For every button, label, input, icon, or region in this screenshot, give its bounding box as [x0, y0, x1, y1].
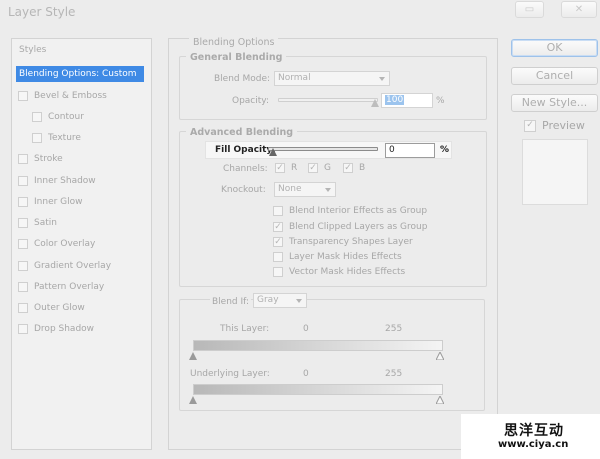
watermark: 思洋互动 www.ciya.cn [461, 414, 600, 459]
style-item-satin[interactable]: Satin [18, 216, 57, 230]
option-layer-mask-hides[interactable]: Layer Mask Hides Effects [273, 252, 402, 262]
blend-mode-select[interactable]: Normal [274, 71, 390, 86]
checkbox[interactable] [18, 282, 28, 292]
underlying-layer-min: 0 [303, 369, 309, 379]
channel-r[interactable]: ✓ R [275, 163, 297, 173]
chevron-down-icon [325, 188, 331, 192]
option-vector-mask-hides[interactable]: Vector Mask Hides Effects [273, 267, 405, 277]
checkbox[interactable] [18, 91, 28, 101]
style-item-blending-options[interactable]: Blending Options: Custom [16, 66, 144, 82]
title-bar: Layer Style ▭ ✕ [0, 0, 600, 24]
style-item-pattern-overlay[interactable]: Pattern Overlay [18, 280, 104, 294]
underlying-layer-gradient [193, 384, 443, 395]
opacity-percent: % [436, 96, 445, 106]
option-blend-interior[interactable]: Blend Interior Effects as Group [273, 206, 427, 216]
opacity-input[interactable]: 100 [381, 93, 433, 108]
window-title: Layer Style [8, 5, 76, 19]
preview-thumbnail [522, 139, 588, 205]
checkbox[interactable] [18, 218, 28, 228]
close-button[interactable]: ✕ [561, 1, 597, 18]
checkbox[interactable] [18, 239, 28, 249]
this-layer-black-handle[interactable] [189, 352, 197, 360]
advanced-blending-group: Advanced Blending Fill Opacity: 0 % Chan… [179, 127, 487, 287]
this-layer-label: This Layer: [220, 324, 270, 334]
restore-icon: ▭ [524, 4, 535, 15]
checkbox[interactable] [273, 206, 283, 216]
checkbox[interactable] [18, 197, 28, 207]
checkbox[interactable] [32, 133, 42, 143]
style-item-bevel-emboss[interactable]: Bevel & Emboss [18, 89, 107, 103]
checkbox[interactable] [32, 112, 42, 122]
ok-button[interactable]: OK [511, 39, 598, 57]
checkbox[interactable] [273, 267, 283, 277]
checkbox[interactable]: ✓ [308, 163, 318, 173]
style-item-outer-glow[interactable]: Outer Glow [18, 301, 85, 315]
checkbox[interactable]: ✓ [273, 237, 283, 247]
this-layer-max: 255 [385, 324, 403, 334]
general-blending-group: General Blending Blend Mode: Normal Opac… [179, 52, 487, 120]
cancel-button[interactable]: Cancel [511, 67, 598, 85]
style-item-texture[interactable]: Texture [32, 131, 81, 145]
general-blending-title: General Blending [186, 52, 287, 63]
fill-opacity-percent: % [440, 145, 450, 155]
fill-opacity-label: Fill Opacity: [215, 145, 276, 155]
opacity-slider[interactable] [278, 98, 378, 102]
checkbox[interactable] [273, 252, 283, 262]
minimize-button[interactable]: ▭ [515, 1, 544, 18]
channels-label: Channels: [223, 164, 268, 174]
blending-options-panel: Blending Options General Blending Blend … [168, 37, 498, 450]
chevron-down-icon [379, 77, 385, 81]
option-transparency-shapes[interactable]: ✓ Transparency Shapes Layer [273, 237, 413, 247]
channel-b[interactable]: ✓ B [343, 163, 365, 173]
blend-mode-label: Blend Mode: [214, 74, 271, 84]
blend-if-label: Blend If: [210, 297, 252, 307]
this-layer-gradient [193, 340, 443, 351]
fill-opacity-slider[interactable] [268, 147, 378, 151]
chevron-down-icon [296, 299, 302, 303]
underlying-layer-max: 255 [385, 369, 403, 379]
option-blend-clipped[interactable]: ✓ Blend Clipped Layers as Group [273, 222, 427, 232]
blend-if-select[interactable]: Gray [253, 293, 307, 308]
style-item-stroke[interactable]: Stroke [18, 152, 63, 166]
new-style-button[interactable]: New Style... [511, 94, 598, 112]
styles-header: Styles [19, 45, 47, 55]
underlying-layer-white-handle[interactable] [436, 396, 444, 404]
close-icon: ✕ [574, 4, 584, 15]
checkbox[interactable] [18, 261, 28, 271]
fill-opacity-row: Fill Opacity: 0 % [205, 141, 452, 159]
this-layer-white-handle[interactable] [436, 352, 444, 360]
watermark-url: www.ciya.cn [498, 439, 569, 450]
checkbox[interactable]: ✓ [275, 163, 285, 173]
watermark-text: 思洋互动 [504, 423, 564, 439]
style-item-inner-glow[interactable]: Inner Glow [18, 195, 83, 209]
checkbox[interactable]: ✓ [343, 163, 353, 173]
blend-if-group: Blend If: Gray This Layer: 0 255 Underly… [179, 293, 485, 411]
opacity-label: Opacity: [232, 96, 269, 106]
section-title: Blending Options [189, 37, 279, 48]
checkbox[interactable] [18, 324, 28, 334]
preview-toggle[interactable]: ✓ Preview [524, 119, 585, 132]
style-item-drop-shadow[interactable]: Drop Shadow [18, 322, 94, 336]
preview-checkbox[interactable]: ✓ [524, 119, 536, 132]
channel-g[interactable]: ✓ G [308, 163, 331, 173]
knockout-select[interactable]: None [274, 182, 336, 197]
checkbox[interactable] [18, 303, 28, 313]
this-layer-min: 0 [303, 324, 309, 334]
style-item-gradient-overlay[interactable]: Gradient Overlay [18, 259, 111, 273]
underlying-layer-label: Underlying Layer: [190, 369, 270, 379]
underlying-layer-black-handle[interactable] [189, 396, 197, 404]
fill-opacity-slider-thumb[interactable] [269, 148, 277, 156]
style-item-contour[interactable]: Contour [32, 110, 84, 124]
checkbox[interactable]: ✓ [273, 222, 283, 232]
knockout-label: Knockout: [221, 185, 266, 195]
styles-list: Styles Blending Options: Custom Bevel & … [11, 38, 152, 450]
fill-opacity-input[interactable]: 0 [385, 143, 435, 158]
checkbox[interactable] [18, 176, 28, 186]
opacity-slider-thumb[interactable] [371, 99, 379, 107]
style-item-color-overlay[interactable]: Color Overlay [18, 237, 95, 251]
checkbox[interactable] [18, 154, 28, 164]
style-item-inner-shadow[interactable]: Inner Shadow [18, 174, 96, 188]
advanced-blending-title: Advanced Blending [186, 127, 298, 138]
